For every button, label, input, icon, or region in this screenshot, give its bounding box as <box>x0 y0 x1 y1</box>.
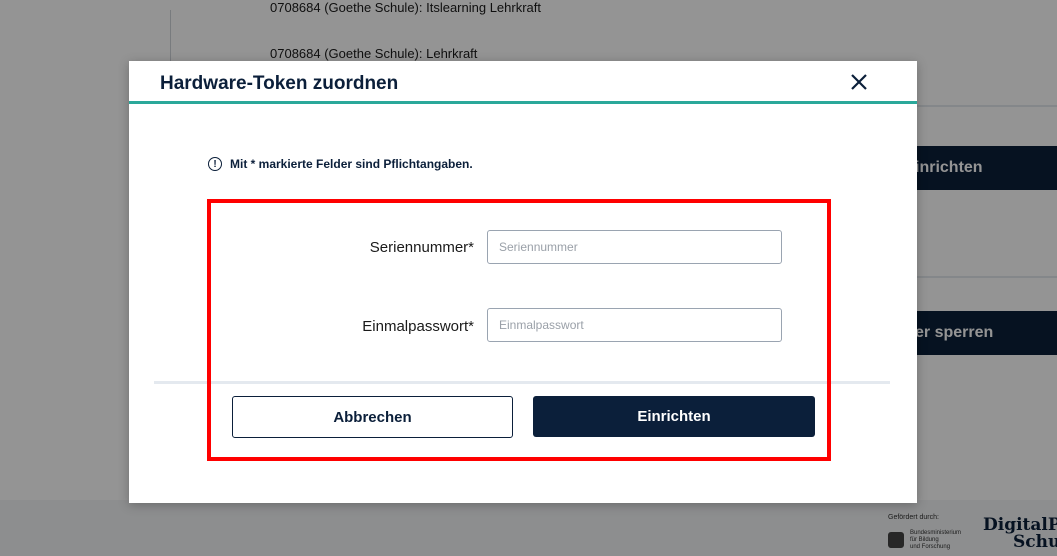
hardware-token-dialog: Hardware-Token zuordnen ! Mit * markiert… <box>129 61 917 503</box>
close-icon[interactable] <box>845 68 873 96</box>
header-accent-line <box>129 101 917 104</box>
info-text: Mit * markierte Felder sind Pflichtangab… <box>230 157 473 171</box>
info-icon: ! <box>208 157 222 171</box>
required-fields-notice: ! Mit * markierte Felder sind Pflichtang… <box>208 157 473 171</box>
otp-input[interactable] <box>487 308 782 342</box>
serial-number-input[interactable] <box>487 230 782 264</box>
otp-label: Einmalpasswort* <box>362 318 474 335</box>
dialog-title: Hardware-Token zuordnen <box>160 73 399 94</box>
cancel-button[interactable]: Abbrechen <box>232 396 513 438</box>
submit-button[interactable]: Einrichten <box>533 396 815 437</box>
footer-divider <box>154 381 890 384</box>
serial-number-label: Seriennummer* <box>369 239 474 256</box>
